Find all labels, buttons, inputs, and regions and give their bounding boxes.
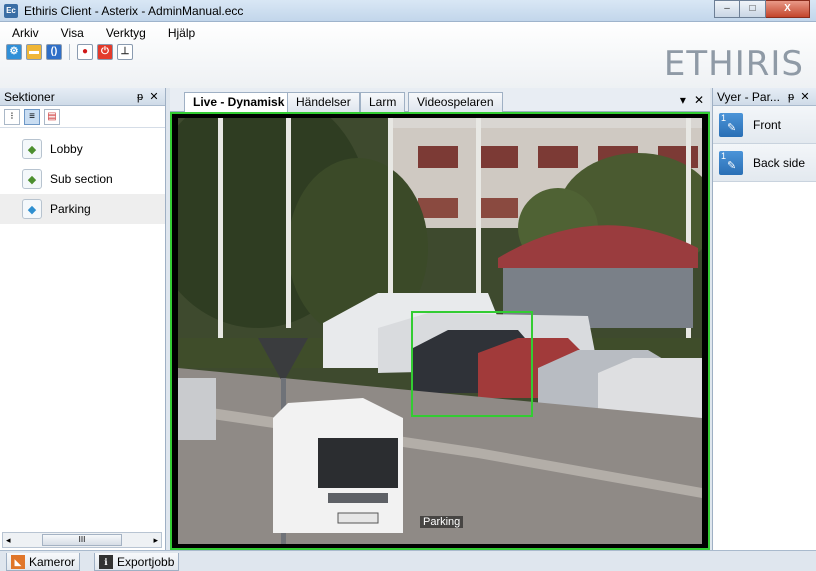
tab-kameror[interactable]: ◣ Kameror [6,553,81,571]
view-item-back-side[interactable]: 1 ✎ Back side [713,144,816,182]
download-icon[interactable]: ⊥ [117,44,133,60]
section-label: Lobby [50,142,83,156]
views-panel-title: Vyer - Par... [717,89,780,104]
view-toggle-bar: ⁝ ≡ ▤ [0,106,165,128]
menu-arkiv[interactable]: Arkiv [8,24,43,42]
section-label: Parking [50,202,91,216]
view-number: 1 [721,112,727,123]
view-number: 1 [721,150,727,161]
section-item-parking[interactable]: ◆ Parking [0,194,165,224]
close-icon[interactable]: ✕ [147,90,161,103]
view-label: Back side [753,155,806,170]
horizontal-scrollbar[interactable]: ◂ III ▸ [2,532,162,548]
tab-exportjobb[interactable]: ℹ Exportjobb [94,553,180,571]
tab-live-dynamisk[interactable]: Live - Dynamisk [184,92,294,113]
pencil-icon: ✎ [727,121,737,134]
list-view-icon[interactable]: ≡ [24,108,40,125]
close-icon[interactable]: ✕ [798,90,812,103]
section-icon: ◆ [22,169,42,189]
bottom-tab-bar: ◣ Kameror ℹ Exportjobb [0,550,816,571]
view-edit-icon: 1 ✎ [719,112,743,137]
scroll-left-icon[interactable]: ◂ [6,535,11,546]
menu-toolbar-area: Arkiv Visa Verktyg Hjälp ⚙ ▬ () ● ⏻ ⊥ ET… [0,22,816,88]
sections-panel: Sektioner ᵽ ✕ ⁝ ≡ ▤ ◆ Lobby ◆ Sub sectio… [0,88,166,550]
tab-label: Kameror [29,554,76,569]
toolbar: ⚙ ▬ () ● ⏻ ⊥ [6,44,133,60]
window-controls: – □ X [714,0,810,18]
sections-panel-title: Sektioner [4,89,55,104]
live-camera-viewer[interactable]: Parking [170,112,710,550]
toolbar-separator [69,44,70,60]
tab-label: Exportjobb [117,554,175,569]
bracket-icon[interactable]: () [46,44,62,60]
tab-close-icon[interactable]: ✕ [694,93,704,107]
window-title: Ethiris Client - Asterix - AdminManual.e… [24,4,244,18]
close-button[interactable]: X [766,0,810,18]
tab-videospelaren[interactable]: Videospelaren [408,92,503,112]
record-icon[interactable]: ● [77,44,93,60]
ethiris-logo: ETHIRIS [663,44,804,84]
pin-icon[interactable]: ᵽ [784,91,798,103]
title-bar: Ec Ethiris Client - Asterix - AdminManua… [0,0,816,22]
power-icon[interactable]: ⏻ [97,44,113,60]
tab-larm[interactable]: Larm [360,92,406,112]
view-label: Front [753,117,782,132]
detail-view-icon[interactable]: ▤ [44,108,60,125]
menu-hjalp[interactable]: Hjälp [164,24,199,42]
maximize-button[interactable]: □ [740,0,766,18]
menu-bar: Arkiv Visa Verktyg Hjälp [8,24,199,42]
sections-panel-header: Sektioner ᵽ ✕ [0,88,165,106]
camera-icon: ◣ [11,554,25,569]
views-panel: Vyer - Par... ᵽ ✕ 1 ✎ Front 1 ✎ Back sid… [712,88,816,550]
scroll-thumb[interactable]: III [42,534,122,546]
camera-feed-image[interactable] [178,118,702,544]
view-item-front[interactable]: 1 ✎ Front [713,106,816,144]
folder-icon[interactable]: ▬ [26,44,42,60]
section-item-lobby[interactable]: ◆ Lobby [0,134,165,164]
section-label: Sub section [50,172,113,186]
minimize-button[interactable]: – [714,0,740,18]
pin-icon[interactable]: ᵽ [133,91,147,103]
tree-view-icon[interactable]: ⁝ [4,108,20,125]
menu-visa[interactable]: Visa [57,24,88,42]
menu-verktyg[interactable]: Verktyg [102,24,150,42]
tab-handelser[interactable]: Händelser [287,92,360,112]
pencil-icon: ✎ [727,159,737,172]
settings-icon[interactable]: ⚙ [6,44,22,60]
app-icon: Ec [4,4,18,18]
section-icon: ◆ [22,139,42,159]
tab-menu-icon[interactable]: ▾ [680,93,686,107]
section-item-sub-section[interactable]: ◆ Sub section [0,164,165,194]
tab-strip: Live - Dynamisk Händelser Larm Videospel… [170,88,710,113]
views-panel-header: Vyer - Par... ᵽ ✕ [713,88,816,106]
section-list: ◆ Lobby ◆ Sub section ◆ Parking [0,128,165,224]
view-edit-icon: 1 ✎ [719,150,743,175]
section-icon: ◆ [22,199,42,219]
scroll-right-icon[interactable]: ▸ [153,535,158,546]
camera-name-label: Parking [420,516,464,528]
export-icon: ℹ [99,554,113,569]
tab-controls: ▾ ✕ [680,93,704,107]
